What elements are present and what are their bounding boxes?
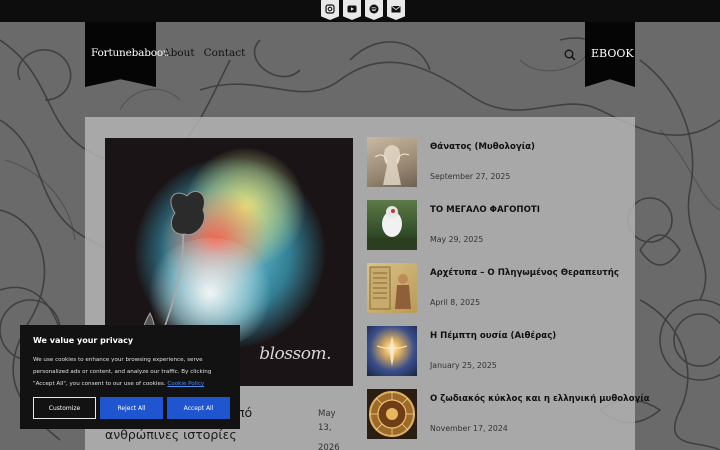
post-title[interactable]: ΤΟ ΜΕΓΑΛΟ ΦΑΓΟΠΟΤΙ [430,205,540,215]
spotify-icon[interactable] [365,0,383,20]
instagram-icon[interactable] [321,0,339,20]
cookie-text: We use cookies to enhance your browsing … [33,354,227,390]
post-thumbnail[interactable] [367,200,417,250]
cookie-buttons: Customize Reject All Accept All [33,397,230,419]
post-title[interactable]: Θάνατος (Μυθολογία) [430,142,535,152]
site-header: Fortunebaboon About Contact EBOOK [0,22,720,92]
ebook-button[interactable]: EBOOK [591,47,634,60]
cookie-policy-link[interactable]: Cookie Policy [167,381,204,387]
post-thumbnail[interactable] [367,263,417,313]
youtube-icon[interactable] [343,0,361,20]
post-date: May 29, 2025 [430,235,484,244]
post-title[interactable]: Ο ζωδιακός κύκλος και η ελληνική μυθολογ… [430,394,650,404]
email-icon[interactable] [387,0,405,20]
social-links [321,0,405,20]
search-icon[interactable] [564,49,576,61]
top-social-bar [0,0,720,22]
accept-all-button[interactable]: Accept All [167,397,230,419]
post-thumbnail[interactable] [367,326,417,376]
post-date: January 25, 2025 [430,361,497,370]
post-date: September 27, 2025 [430,172,511,181]
main-nav: About Contact [163,47,245,59]
list-item[interactable]: Ο ζωδιακός κύκλος και η ελληνική μυθολογ… [367,389,650,441]
nav-contact[interactable]: Contact [204,47,246,59]
image-caption: blossom. [259,344,331,364]
cookie-title: We value your privacy [33,336,134,345]
cookie-consent-banner: We value your privacy We use cookies to … [20,325,240,429]
post-thumbnail[interactable] [367,137,417,187]
nav-about[interactable]: About [163,47,195,59]
post-date: November 17, 2024 [430,424,508,433]
post-title[interactable]: Η Πέμπτη ουσία (Αιθέρας) [430,331,556,341]
post-title[interactable]: Αρχέτυπα – Ο Πληγωμένος Θεραπευτής [430,268,619,278]
reject-all-button[interactable]: Reject All [100,397,163,419]
post-date: April 8, 2025 [430,298,481,307]
featured-date-line1: May 13, [318,409,336,433]
post-thumbnail[interactable] [367,389,417,439]
list-item[interactable]: ΤΟ ΜΕΓΑΛΟ ΦΑΓΟΠΟΤΙ May 29, 2025 [367,200,627,252]
featured-post-date: May 13, 2026 [318,407,350,450]
list-item[interactable]: Αρχέτυπα – Ο Πληγωμένος Θεραπευτής April… [367,263,627,315]
customize-button[interactable]: Customize [33,397,96,419]
featured-date-line2: 2026 [318,443,340,450]
site-brand[interactable]: Fortunebaboon [91,47,170,59]
list-item[interactable]: Η Πέμπτη ουσία (Αιθέρας) January 25, 202… [367,326,627,378]
list-item[interactable]: Θάνατος (Μυθολογία) September 27, 2025 [367,137,627,189]
